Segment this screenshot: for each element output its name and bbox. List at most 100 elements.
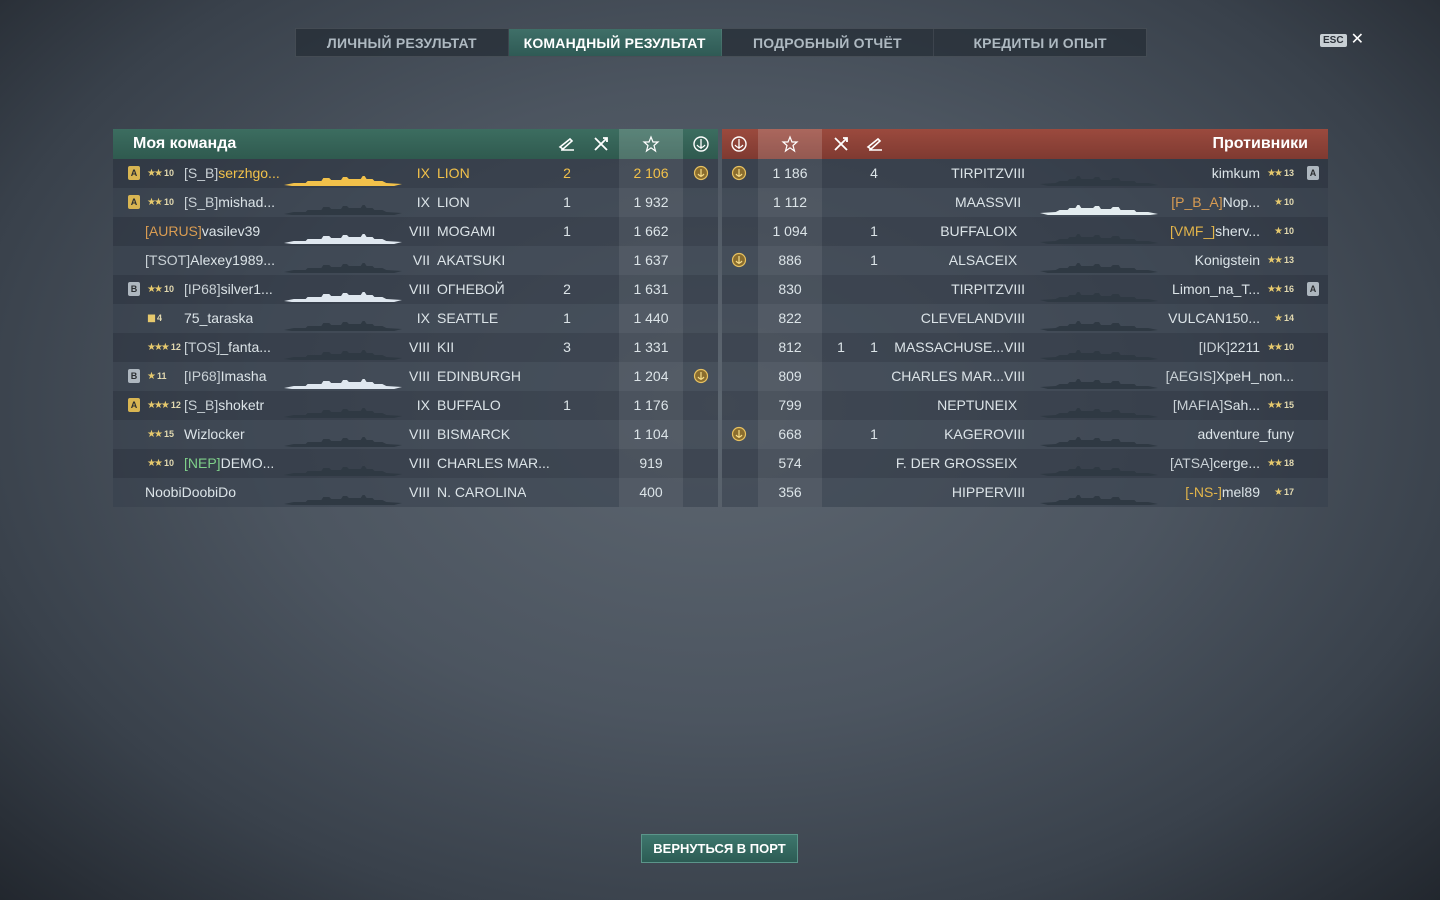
rank-badge: ★ 17 <box>1274 478 1294 507</box>
ship-silhouette-icon <box>1040 371 1158 389</box>
my-team-row[interactable]: ★★ 10 [NEP]DEMO... VIII CHARLES MAR... 919 <box>113 449 718 478</box>
player-name: [NEP]DEMO... <box>184 449 274 478</box>
ship-name: MAASS <box>954 194 1004 210</box>
kills-value <box>551 449 583 478</box>
ship-tier: IX <box>1004 252 1018 268</box>
ship-tier: VIII <box>1004 426 1026 442</box>
rank-badge: ★★ 10 <box>147 159 174 188</box>
enemy-team-row[interactable]: 809 CHARLES MAR... VIII [AEGIS]XpeH_non... <box>722 362 1328 391</box>
rank-stars-icon: ▮▮ <box>147 313 156 324</box>
my-team-row[interactable]: B ★ 11 [IP68]Imasha VIII EDINBURGH 1 204 <box>113 362 718 391</box>
enemy-team-row[interactable]: 812 1 1 MASSACHUSE... VIII [IDK]2211 ★★ 10 <box>722 333 1328 362</box>
enemy-team-row[interactable]: 356 HIPPER VIII [-NS-]mel89 ★ 17 <box>722 478 1328 507</box>
ship-silhouette-icon <box>284 284 402 302</box>
return-to-port-button[interactable]: ВЕРНУТЬСЯ В ПОРТ <box>641 834 798 863</box>
my-team-row[interactable]: A ★★★ 12 [S_B]shoketr IX BUFFALO 1 1 176 <box>113 391 718 420</box>
player-nickname: Wizlocker <box>184 426 245 442</box>
kills-value: 3 <box>563 339 571 355</box>
xp-value: 668 <box>758 420 822 449</box>
torpedo-kills-value: 1 <box>837 339 845 355</box>
close-button[interactable]: ESC ✕ <box>1320 32 1364 48</box>
ship-name: HIPPER <box>951 484 1004 500</box>
clan-tag: [S_B] <box>184 397 219 413</box>
xp-value: 830 <box>758 275 822 304</box>
my-team-row[interactable]: [TSOT]Alexey1989... VII AKATSUKI 1 637 <box>113 246 718 275</box>
my-team-row[interactable]: B ★★ 10 [IP68]silver1... VIII ОГНЕВОЙ 2 1 631 <box>113 275 718 304</box>
torpedo-kills-value <box>825 246 857 275</box>
ship-tier: VIII <box>1004 368 1026 384</box>
torpedo-kills-value <box>825 478 857 507</box>
enemy-team-row[interactable]: 830 TIRPITZ VIII Limon_na_T... ★★ 16 A <box>722 275 1328 304</box>
tab-0[interactable]: ЛИЧНЫЙ РЕЗУЛЬТАТ <box>296 29 509 56</box>
xp-value: 1 112 <box>758 188 822 217</box>
rank-number: 18 <box>1283 458 1294 468</box>
my-team-title: Моя команда <box>133 135 237 152</box>
ship-silhouette-icon <box>284 255 402 273</box>
my-team-row[interactable]: ▮▮ 4 75_taraska IX SEATTLE 1 1 440 <box>113 304 718 333</box>
ship-tier: IX <box>416 310 430 326</box>
player-nickname: Imasha <box>220 368 267 384</box>
kills-value: 2 <box>563 281 571 297</box>
tab-3[interactable]: КРЕДИТЫ И ОПЫТ <box>934 29 1146 56</box>
ship-silhouette-icon <box>284 168 402 186</box>
tab-label: ПОДРОБНЫЙ ОТЧЁТ <box>752 34 902 51</box>
torpedo-icon <box>551 129 583 159</box>
rank-number: 10 <box>163 197 174 207</box>
tab-2[interactable]: ПОДРОБНЫЙ ОТЧЁТ <box>722 29 935 56</box>
rank-badge: ★ 10 <box>1274 217 1294 246</box>
torpedo-kills-value <box>825 362 857 391</box>
xp-value: 1 176 <box>619 391 683 420</box>
ship-name: BISMARCK <box>437 426 511 442</box>
xp-value: 356 <box>758 478 822 507</box>
kills-value <box>551 478 583 507</box>
xp-value: 1 331 <box>619 333 683 362</box>
enemy-team-row[interactable]: 886 1 ALSACE IX Konigstein ★★ 13 <box>722 246 1328 275</box>
clan-tag: [-NS-] <box>1185 484 1222 500</box>
esc-key-icon: ESC <box>1320 33 1347 47</box>
division-badge: A <box>1307 166 1319 180</box>
enemy-team-row[interactable]: 574 F. DER GROßEIX [ATSA]cerge... ★★18 <box>722 449 1328 478</box>
xp-value: 886 <box>758 246 822 275</box>
enemy-team-table: Противники 1 186 4 TIRPITZ VIII kimkum ★★ 13 A 1… <box>722 129 1328 507</box>
xp-value: 1 637 <box>619 246 683 275</box>
rank-stars-icon: ★ <box>1274 313 1283 324</box>
enemy-team-row[interactable]: 668 1 KAGERO VIII adventure_funy <box>722 420 1328 449</box>
player-name: [MAFIA]Sah... <box>1173 391 1260 420</box>
player-name: kimkum <box>1212 159 1260 188</box>
player-name: [ATSA]cerge... <box>1170 449 1260 478</box>
kills-value: 1 <box>563 310 571 326</box>
enemy-team-row[interactable]: 799 NEPTUNE IX [MAFIA]Sah... ★★ 15 <box>722 391 1328 420</box>
player-nickname: kimkum <box>1211 165 1260 181</box>
xp-value: 1 204 <box>619 362 683 391</box>
enemy-team-row[interactable]: 1 186 4 TIRPITZ VIII kimkum ★★ 13 A <box>722 159 1328 188</box>
enemy-team-row[interactable]: 1 094 1 BUFFALO IX [VMF_]sherv... ★ 10 <box>722 217 1328 246</box>
tab-1[interactable]: КОМАНДНЫЙ РЕЗУЛЬТАТ <box>508 29 722 56</box>
rank-stars-icon: ★★ <box>147 197 163 208</box>
my-team-row[interactable]: A ★★ 10 [S_B]mishad... IX LION 1 1 932 <box>113 188 718 217</box>
kills-value <box>859 391 889 420</box>
kills-value: 1 <box>870 223 878 239</box>
player-nickname: silver1... <box>220 281 273 297</box>
enemy-team-row[interactable]: 822 CLEVELAND VIII VULCAN150... ★ 14 <box>722 304 1328 333</box>
ship-tier: VIII <box>408 281 430 297</box>
player-nickname: 2211 <box>1229 339 1260 355</box>
my-team-row[interactable]: ★★★ 12 [TOS]_fanta... VIII KII 3 1 331 <box>113 333 718 362</box>
clan-tag: [VMF_] <box>1170 223 1216 239</box>
ship-silhouette-icon <box>1040 168 1158 186</box>
rank-stars-icon: ★ <box>147 371 156 382</box>
kills-value <box>859 188 889 217</box>
ship-silhouette-icon <box>1040 255 1158 273</box>
torpedo-kills-value <box>825 275 857 304</box>
rank-badge: ★★ 18 <box>1267 449 1294 478</box>
ship-name: N. CAROLINA <box>437 484 527 500</box>
rank-stars-icon: ★★ <box>147 458 163 469</box>
my-team-row[interactable]: NoobiDoobiDo VIII N. CAROLINA 400 <box>113 478 718 507</box>
ship-name: ОГНЕВОЙ <box>437 281 505 297</box>
my-team-row[interactable]: A ★★ 10 [S_B]serzhgo... IX LION 2 2 106 <box>113 159 718 188</box>
enemy-team-row[interactable]: 1 112 MAASS VII [P_B_A]Nop... ★ 10 <box>722 188 1328 217</box>
rank-number: 12 <box>170 342 181 352</box>
rank-badge: ★★ 10 <box>147 188 174 217</box>
rank-stars-icon: ★★ <box>1267 400 1283 411</box>
my-team-row[interactable]: ★★ 15 Wizlocker VIII BISMARCK 1 104 <box>113 420 718 449</box>
my-team-row[interactable]: [AURUS]vasilev39 VIII MOGAMI 1 1 662 <box>113 217 718 246</box>
